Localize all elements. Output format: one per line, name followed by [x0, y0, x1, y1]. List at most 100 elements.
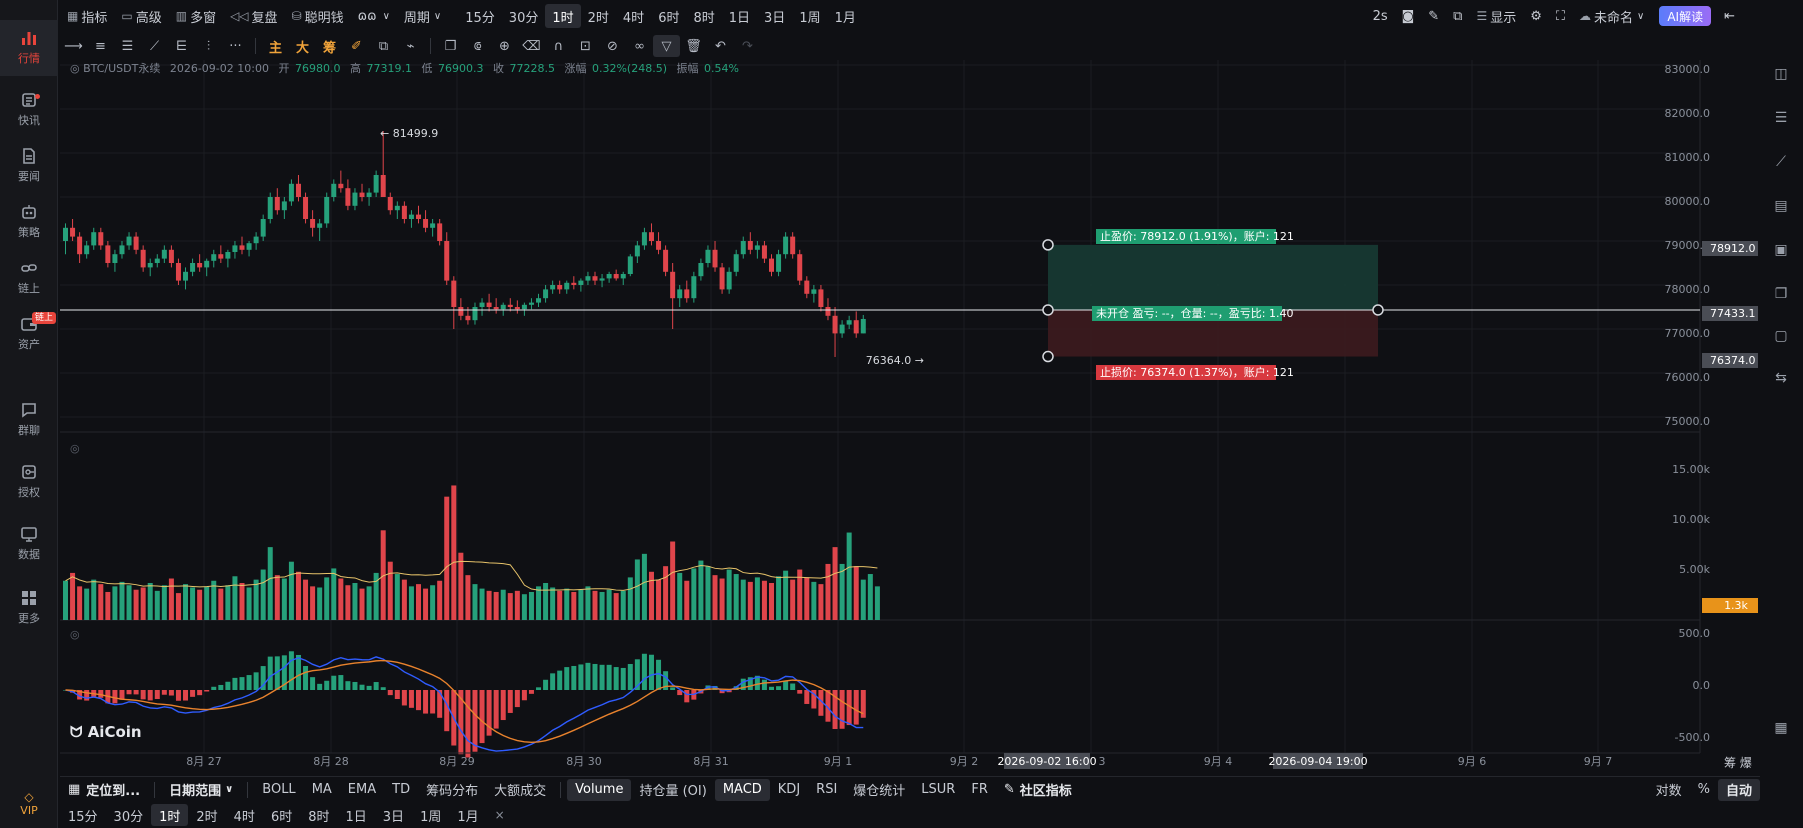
log-scale-toggle[interactable]: 对数 [1648, 779, 1690, 801]
sub-indicator-oi[interactable]: 持仓量 (OI) [631, 779, 714, 801]
magnet-icon[interactable]: ∩ [545, 35, 572, 57]
close-period-bar-icon[interactable]: × [487, 804, 513, 826]
sub-indicator-rsi[interactable]: RSI [808, 779, 845, 801]
big-order-button[interactable]: 大 [289, 35, 316, 57]
trend-analysis-icon[interactable]: ⟋ [1772, 154, 1790, 172]
panel-toggle-icon[interactable]: ◫ [1772, 66, 1790, 84]
sidebar-item-group-chat[interactable]: 群聊 [0, 392, 58, 448]
macd-pane-toggle-icon[interactable]: ◎ [70, 628, 80, 641]
bottom-period-6h[interactable]: 6时 [263, 804, 300, 826]
sub-indicator-lsur[interactable]: LSUR [913, 779, 963, 801]
sidebar-item-headlines[interactable]: 要闻 [0, 138, 58, 194]
horizontal-line-icon[interactable]: ⟶ [60, 35, 87, 57]
indicator-button[interactable]: ▦ 指标 [60, 4, 114, 28]
layout-name-dropdown[interactable]: ☁ 未命名 ∨ [1572, 4, 1651, 28]
filter-icon[interactable]: ▽ [653, 35, 680, 57]
pitchfork-icon[interactable]: ⫶ [195, 35, 222, 57]
collapse-eye-icon[interactable]: ◎ [70, 62, 83, 75]
collapse-icon[interactable]: ⇤ [1717, 4, 1742, 28]
community-indicator-button[interactable]: ✎ 社区指标 [996, 779, 1080, 801]
indicator-td[interactable]: TD [384, 779, 418, 801]
parallel-lines-icon[interactable]: ≡ [87, 35, 114, 57]
bottom-period-3d[interactable]: 3日 [375, 804, 412, 826]
sub-indicator-macd[interactable]: MACD [714, 778, 770, 801]
display-button[interactable]: ☰ 显示 [1469, 4, 1523, 28]
ruler-icon[interactable]: ⟃ [464, 35, 491, 57]
sidebar-item-market[interactable]: 行情 [0, 20, 58, 76]
bottom-period-4h[interactable]: 4时 [226, 804, 263, 826]
main-force-button[interactable]: 主 [262, 35, 289, 57]
bottom-period-2h[interactable]: 2时 [188, 804, 225, 826]
lock-icon[interactable]: ⊡ [572, 35, 599, 57]
period-8h[interactable]: 8时 [686, 4, 721, 28]
sidebar-item-strategy[interactable]: 策略 [0, 194, 58, 250]
sub-indicator-fr[interactable]: FR [963, 779, 996, 801]
indicator-ema[interactable]: EMA [340, 779, 384, 801]
zoom-in-icon[interactable]: ⊕ [491, 35, 518, 57]
period-dropdown[interactable]: 周期 ∨ [397, 4, 448, 28]
bottom-period-30m[interactable]: 30分 [106, 804, 152, 826]
refresh-interval[interactable]: 2s [1366, 4, 1395, 28]
sidebar-item-more[interactable]: 更多 [0, 580, 58, 636]
sidebar-item-onchain[interactable]: 链上 [0, 250, 58, 306]
bottom-period-1w[interactable]: 1周 [412, 804, 449, 826]
percent-scale-toggle[interactable]: % [1690, 779, 1718, 801]
indicator-ma[interactable]: MA [304, 779, 340, 801]
order-book-icon[interactable]: ☰ [1772, 110, 1790, 128]
settings-gear-icon[interactable]: ⚙ [1523, 4, 1549, 28]
calendar-icon[interactable]: ▦ [1772, 720, 1790, 738]
redo-icon[interactable]: ↷ [734, 35, 761, 57]
period-2h[interactable]: 2时 [581, 4, 616, 28]
bottom-period-15m[interactable]: 15分 [60, 804, 106, 826]
bottom-period-1h[interactable]: 1时 [151, 804, 189, 826]
camera-icon[interactable]: ◙ [1395, 4, 1422, 28]
auto-scale-toggle[interactable]: 自动 [1717, 778, 1760, 801]
indicator-boll[interactable]: BOLL [254, 779, 303, 801]
period-4h[interactable]: 4时 [616, 4, 651, 28]
exchange-icon[interactable]: ⇆ [1772, 370, 1790, 388]
undo-icon[interactable]: ↶ [707, 35, 734, 57]
axis-corner-label[interactable]: 筹 爆 [1724, 756, 1752, 770]
locate-button[interactable]: ▦ 定位到... [60, 779, 148, 801]
replay-button[interactable]: ◁◁ 复盘 [223, 4, 284, 28]
copy-icon[interactable]: ⧉ [370, 35, 397, 57]
trendline-icon[interactable]: ⟋ [141, 35, 168, 57]
indicator-large-trades[interactable]: 大额成交 [486, 779, 554, 801]
bottom-period-1mo[interactable]: 1月 [449, 804, 486, 826]
edit-icon[interactable]: ✎ [1421, 4, 1446, 28]
advanced-button[interactable]: ▭ 高级 [114, 4, 168, 28]
sidebar-item-data[interactable]: 数据 [0, 516, 58, 572]
list-panel-icon[interactable]: ▤ [1772, 198, 1790, 216]
kline-chart[interactable]: ◎ BTC/USDT永续 2026-09-02 10:00 开 76980.0 … [60, 60, 1760, 776]
sub-indicator-kdj[interactable]: KDJ [770, 779, 808, 801]
sub-indicator-liquidation[interactable]: 爆仓统计 [845, 779, 913, 801]
period-1w[interactable]: 1周 [792, 4, 827, 28]
ai-interpret-button[interactable]: AI解读 [1659, 6, 1712, 26]
vip-button[interactable]: ◇ VIP [0, 790, 58, 817]
clone-icon[interactable]: ❐ [437, 35, 464, 57]
sidebar-item-news-flash[interactable]: 快讯 [0, 82, 58, 138]
link-icon[interactable]: ∞ [626, 35, 653, 57]
period-30m[interactable]: 30分 [502, 4, 546, 28]
smart-money-button[interactable]: ⛁ 聪明钱 [285, 4, 351, 28]
fib-icon[interactable]: ⋿ [168, 35, 195, 57]
period-1d[interactable]: 1日 [722, 4, 757, 28]
sidebar-item-authorize[interactable]: 授权 [0, 454, 58, 510]
more-tools-icon[interactable]: ··· [222, 35, 249, 57]
channel-icon[interactable]: ☰ [114, 35, 141, 57]
chips-button[interactable]: 筹 [316, 35, 343, 57]
copy-panel-icon[interactable]: ❐ [1772, 286, 1790, 304]
hide-icon[interactable]: ⊘ [599, 35, 626, 57]
bottom-period-1d[interactable]: 1日 [338, 804, 375, 826]
period-6h[interactable]: 6时 [651, 4, 686, 28]
bottom-period-8h[interactable]: 8时 [300, 804, 337, 826]
magic-pen-icon[interactable]: ✐ [343, 35, 370, 57]
indicator-chip-distribution[interactable]: 筹码分布 [418, 779, 486, 801]
sub-indicator-volume[interactable]: Volume [567, 778, 632, 801]
external-link-icon[interactable]: ⧉ [1446, 4, 1469, 28]
chart-style-dropdown[interactable]: ɷɷ ∨ [351, 4, 397, 28]
sidebar-item-assets[interactable]: 链上 资产 [0, 306, 58, 362]
etf-icon[interactable]: ▣ [1772, 242, 1790, 260]
brush-icon[interactable]: ⌁ [397, 35, 424, 57]
multiwindow-button[interactable]: ▥ 多窗 [169, 4, 223, 28]
